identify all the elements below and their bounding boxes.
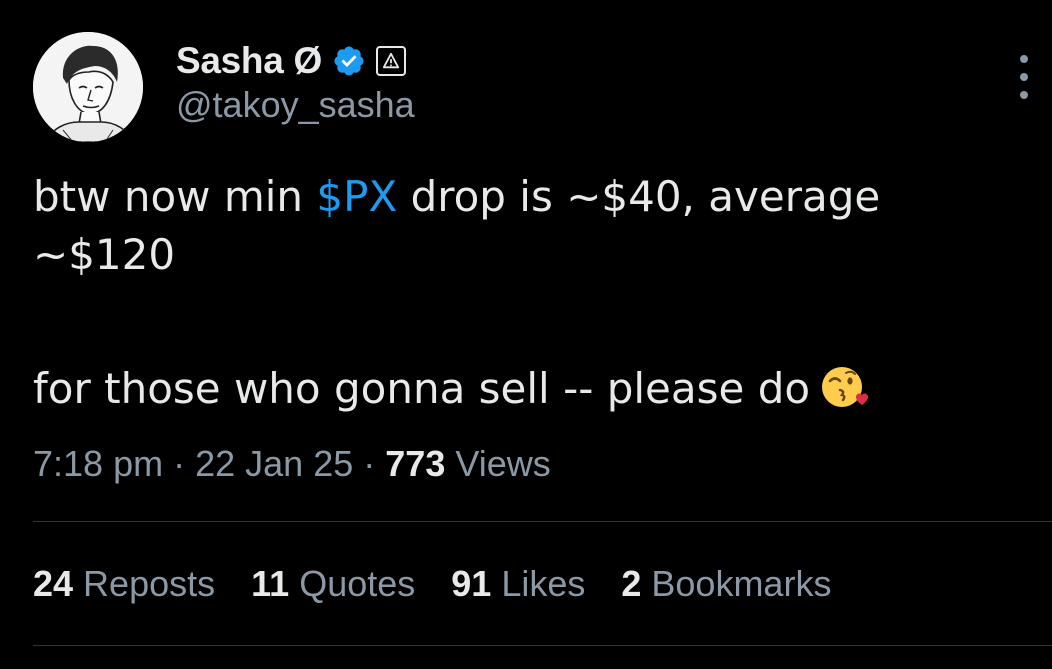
tweet-detail: Sasha Ø @takoy_sasha btw now min $PX dro… bbox=[0, 0, 1052, 669]
tweet-text-segment: for those who gonna sell -- please do bbox=[33, 364, 811, 413]
tweet-text-segment: drop is ~$40, average bbox=[397, 172, 881, 221]
stat-label: Reposts bbox=[83, 563, 216, 604]
avatar-portrait-icon bbox=[33, 32, 143, 142]
stat-count: 11 bbox=[251, 563, 290, 604]
avatar[interactable] bbox=[33, 32, 143, 142]
affiliate-warning-icon[interactable] bbox=[375, 46, 406, 76]
stat-count: 24 bbox=[33, 563, 74, 604]
more-dot-icon bbox=[1020, 91, 1028, 99]
tweet-text: btw now min $PX drop is ~$40, average ~$… bbox=[33, 168, 1023, 418]
stat-count: 91 bbox=[451, 563, 492, 604]
face-blowing-kiss-emoji bbox=[820, 363, 869, 411]
views-count: 773 bbox=[385, 443, 446, 484]
tweet-date[interactable]: 22 Jan 25 bbox=[195, 443, 353, 484]
meta-separator: · bbox=[173, 443, 186, 484]
engagement-stats: 24 Reposts 11 Quotes 91 Likes 2 Bookmarks bbox=[33, 563, 867, 605]
display-name[interactable]: Sasha Ø bbox=[176, 40, 322, 82]
meta-separator: · bbox=[363, 443, 376, 484]
tweet-line-2: ~$120 bbox=[33, 230, 176, 279]
author-name-row: Sasha Ø bbox=[176, 38, 406, 84]
more-options-button[interactable] bbox=[1008, 55, 1040, 99]
bookmarks-stat[interactable]: 2 Bookmarks bbox=[621, 563, 831, 605]
more-dot-icon bbox=[1020, 73, 1028, 81]
author-handle[interactable]: @takoy_sasha bbox=[176, 84, 415, 126]
reposts-stat[interactable]: 24 Reposts bbox=[33, 563, 215, 605]
tweet-text-segment: btw now min bbox=[33, 172, 317, 221]
quotes-stat[interactable]: 11 Quotes bbox=[251, 563, 415, 605]
views-label: Views bbox=[455, 443, 551, 484]
cashtag-link[interactable]: $PX bbox=[316, 172, 397, 221]
stat-label: Likes bbox=[501, 563, 586, 604]
tweet-meta: 7:18 pm · 22 Jan 25 · 773 Views bbox=[33, 443, 551, 485]
likes-stat[interactable]: 91 Likes bbox=[451, 563, 585, 605]
tweet-line-1: btw now min $PX drop is ~$40, average bbox=[33, 168, 1023, 226]
tweet-line-3: for those who gonna sell -- please do bbox=[33, 360, 1023, 418]
stat-label: Bookmarks bbox=[651, 563, 832, 604]
divider bbox=[33, 645, 1052, 646]
tweet-time[interactable]: 7:18 pm bbox=[33, 443, 163, 484]
more-dot-icon bbox=[1020, 55, 1028, 63]
stat-count: 2 bbox=[621, 563, 642, 604]
divider bbox=[33, 521, 1052, 522]
stat-label: Quotes bbox=[299, 563, 416, 604]
verified-badge-icon[interactable] bbox=[332, 44, 366, 78]
